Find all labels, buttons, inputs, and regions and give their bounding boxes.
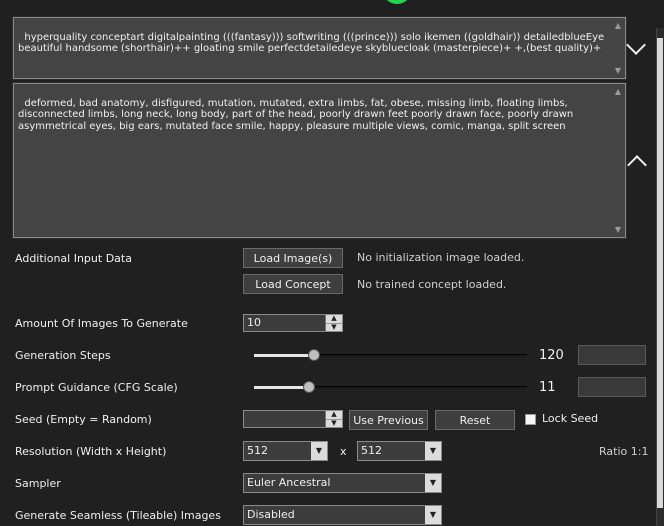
sampler-value: Euler Ancestral — [247, 476, 331, 489]
prompt-text: hyperquality conceptart digitalpainting … — [18, 31, 608, 55]
guidance-slider-thumb[interactable] — [302, 381, 315, 393]
negative-scroll-up-icon[interactable]: ▲ — [613, 86, 623, 98]
steps-extra-box — [578, 345, 646, 365]
amount-up-icon[interactable]: ▲ — [326, 315, 342, 323]
steps-slider-thumb[interactable] — [308, 349, 321, 361]
negative-scroll-down-icon[interactable]: ▼ — [613, 224, 623, 236]
guidance-label: Prompt Guidance (CFG Scale) — [15, 381, 178, 394]
steps-slider-fill — [254, 354, 315, 357]
seed-input[interactable]: ▲ ▼ — [243, 410, 343, 428]
negative-prompt-text: deformed, bad anatomy, disfigured, mutat… — [18, 97, 577, 132]
sampler-select[interactable]: Euler Ancestral ▼ — [243, 473, 442, 493]
resolution-label: Resolution (Width x Height) — [15, 445, 167, 458]
seamless-label: Generate Seamless (Tileable) Images — [15, 509, 221, 522]
seed-spin[interactable]: ▲ ▼ — [325, 411, 342, 427]
steps-label: Generation Steps — [15, 349, 111, 362]
window-scrollbar[interactable] — [656, 28, 664, 526]
amount-spin[interactable]: ▲ ▼ — [325, 315, 342, 331]
load-image-button[interactable]: Load Image(s) — [243, 248, 343, 268]
prompt-input[interactable]: hyperquality conceptart digitalpainting … — [12, 16, 627, 80]
guidance-extra-box — [578, 377, 646, 397]
negative-prompt-input[interactable]: deformed, bad anatomy, disfigured, mutat… — [12, 82, 627, 239]
resolution-ratio: Ratio 1:1 — [599, 445, 649, 458]
seed-label: Seed (Empty = Random) — [15, 413, 152, 426]
amount-label: Amount Of Images To Generate — [15, 317, 188, 330]
seamless-value: Disabled — [247, 508, 295, 521]
width-select[interactable]: 512 ▼ — [243, 441, 328, 461]
sampler-label: Sampler — [15, 477, 61, 490]
height-select[interactable]: 512 ▼ — [357, 441, 442, 461]
use-previous-seed-button[interactable]: Use Previous — [349, 410, 428, 430]
prompt-scroll-up-icon[interactable]: ▲ — [613, 20, 623, 32]
width-dropdown-icon[interactable]: ▼ — [311, 442, 327, 460]
seed-up-icon[interactable]: ▲ — [326, 411, 342, 419]
guidance-value: 11 — [539, 380, 556, 395]
guidance-slider-fill — [254, 386, 309, 389]
resolution-separator: x — [340, 445, 347, 458]
prompt-scroll-down-icon[interactable]: ▼ — [613, 65, 623, 77]
image-status-text: No initialization image loaded. — [357, 251, 525, 264]
amount-down-icon[interactable]: ▼ — [326, 322, 342, 332]
amount-value: 10 — [247, 316, 261, 329]
additional-input-label: Additional Input Data — [15, 252, 132, 265]
collapse-prompt-chevron-down-icon[interactable] — [626, 35, 646, 55]
concept-status-text: No trained concept loaded. — [357, 278, 507, 291]
sampler-dropdown-icon[interactable]: ▼ — [425, 474, 441, 492]
lock-seed-label: Lock Seed — [542, 412, 599, 425]
window-scrollbar-thumb[interactable] — [657, 38, 663, 508]
seed-down-icon[interactable]: ▼ — [326, 418, 342, 428]
seamless-dropdown-icon[interactable]: ▼ — [425, 506, 441, 524]
seamless-select[interactable]: Disabled ▼ — [243, 505, 442, 525]
lock-seed-checkbox[interactable] — [525, 414, 536, 425]
load-concept-button[interactable]: Load Concept — [243, 274, 343, 294]
height-value: 512 — [361, 444, 382, 457]
height-dropdown-icon[interactable]: ▼ — [425, 442, 441, 460]
reset-seed-button[interactable]: Reset — [435, 410, 515, 430]
status-indicator — [382, 0, 412, 4]
expand-negative-chevron-up-icon[interactable] — [627, 155, 647, 175]
amount-stepper[interactable]: 10 ▲ ▼ — [243, 314, 343, 332]
width-value: 512 — [247, 444, 268, 457]
steps-value: 120 — [539, 348, 564, 363]
